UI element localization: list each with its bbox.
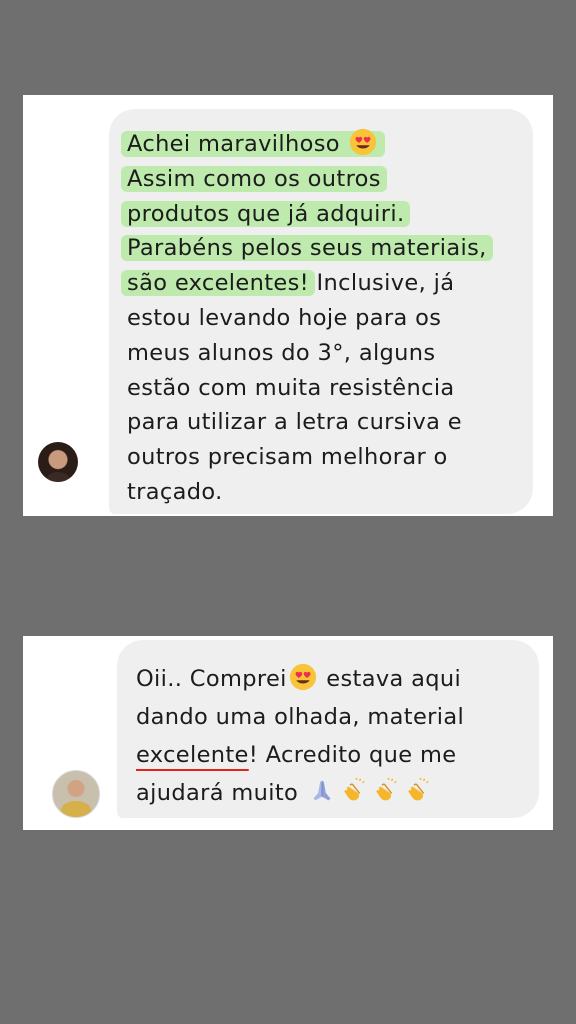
message-text: Oii.. Comprei estava aqui dando uma olha…	[136, 660, 464, 812]
avatar-figure	[46, 472, 70, 482]
message-line: produtos que já adquiri.	[121, 197, 487, 232]
testimonial-card-2: Oii.. Comprei estava aqui dando uma olha…	[23, 636, 553, 830]
message-line: traçado.	[127, 478, 223, 505]
message-line: outros precisam melhorar o	[127, 444, 448, 471]
message-line: estou levando hoje para os	[127, 304, 442, 331]
message-line: são excelentes! Inclusive, já	[121, 266, 487, 301]
clapping-hands-emoji-icon	[403, 776, 433, 806]
message-bubble[interactable]: Achei maravilhoso Assim como os outros p…	[109, 109, 533, 514]
heart-eyes-emoji-icon	[288, 662, 318, 692]
message-line: para utilizar a letra cursiva e	[127, 409, 462, 436]
clapping-hands-emoji-icon	[339, 776, 369, 806]
clapping-hands-emoji-icon	[371, 776, 401, 806]
message-text: Achei maravilhoso Assim como os outros p…	[121, 127, 493, 510]
message-line: ajudará muito	[136, 774, 464, 812]
avatar-figure	[61, 801, 91, 817]
message-line: dando uma olhada, material	[136, 704, 465, 730]
folded-hands-emoji-icon	[307, 776, 337, 806]
underlined-word: excelente	[136, 742, 249, 768]
message-line: estão com muita resistência	[127, 374, 455, 401]
sender-avatar[interactable]	[38, 442, 78, 482]
message-line: excelente! Acredito que me	[136, 742, 457, 768]
heart-eyes-emoji-icon	[348, 127, 378, 157]
message-bubble[interactable]: Oii.. Comprei estava aqui dando uma olha…	[117, 640, 539, 818]
message-line: Oii.. Comprei estava aqui	[136, 660, 464, 698]
testimonial-card-1: Achei maravilhoso Assim como os outros p…	[23, 95, 553, 516]
message-line: Achei maravilhoso	[121, 127, 487, 162]
message-line: meus alunos do 3°, alguns	[127, 339, 436, 366]
sender-avatar[interactable]	[52, 770, 100, 818]
message-line: Parabéns pelos seus materiais,	[121, 231, 493, 266]
message-line: Assim como os outros	[121, 162, 487, 197]
